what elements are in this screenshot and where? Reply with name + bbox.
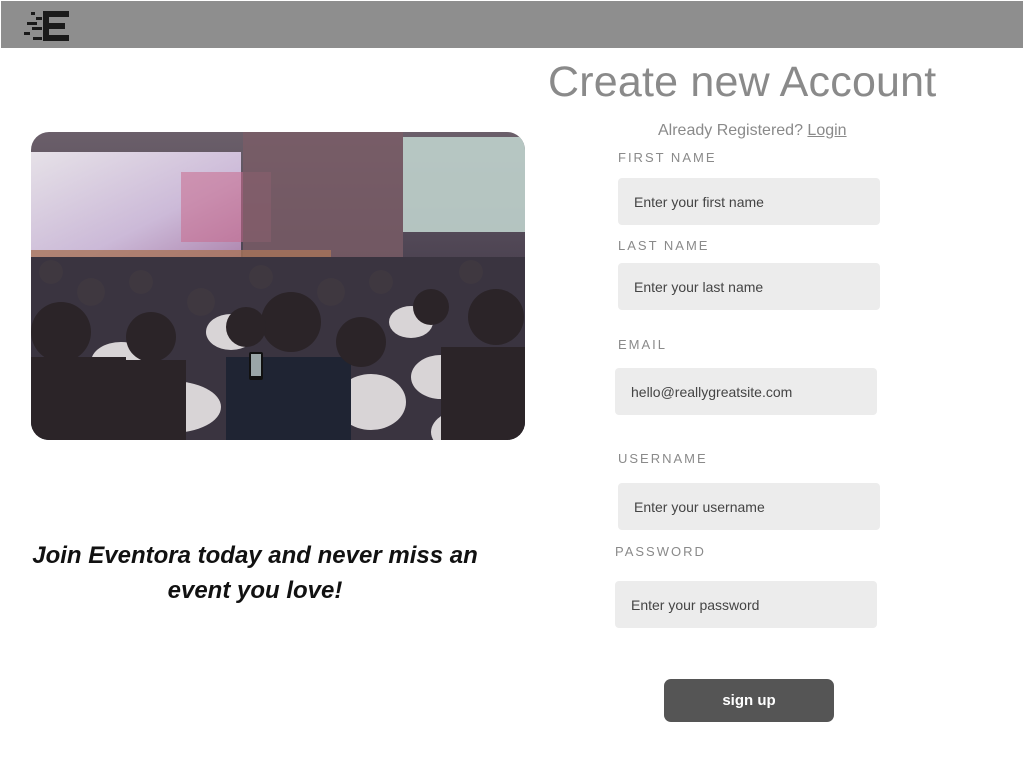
- last-name-field[interactable]: [618, 263, 880, 310]
- top-bar: [1, 1, 1023, 48]
- email-label: EMAIL: [618, 337, 668, 352]
- sign-up-button[interactable]: sign up: [664, 679, 834, 722]
- already-registered-text: Already Registered?: [658, 122, 803, 139]
- username-label: USERNAME: [618, 451, 708, 466]
- username-field[interactable]: [618, 483, 880, 530]
- hero-image: [31, 132, 525, 440]
- login-link[interactable]: Login: [807, 122, 846, 139]
- password-field[interactable]: [615, 581, 877, 628]
- tagline: Join Eventora today and never miss an ev…: [32, 542, 478, 604]
- first-name-field[interactable]: [618, 178, 880, 225]
- eventora-logo-icon[interactable]: [23, 9, 71, 43]
- email-field[interactable]: [615, 368, 877, 415]
- already-registered: Already Registered? Login: [658, 122, 847, 140]
- conference-audience-photo: [31, 132, 525, 440]
- first-name-label: FIRST NAME: [618, 150, 717, 165]
- page-title: Create new Account: [548, 58, 937, 106]
- last-name-label: LAST NAME: [618, 238, 710, 253]
- password-label: PASSWORD: [615, 544, 706, 559]
